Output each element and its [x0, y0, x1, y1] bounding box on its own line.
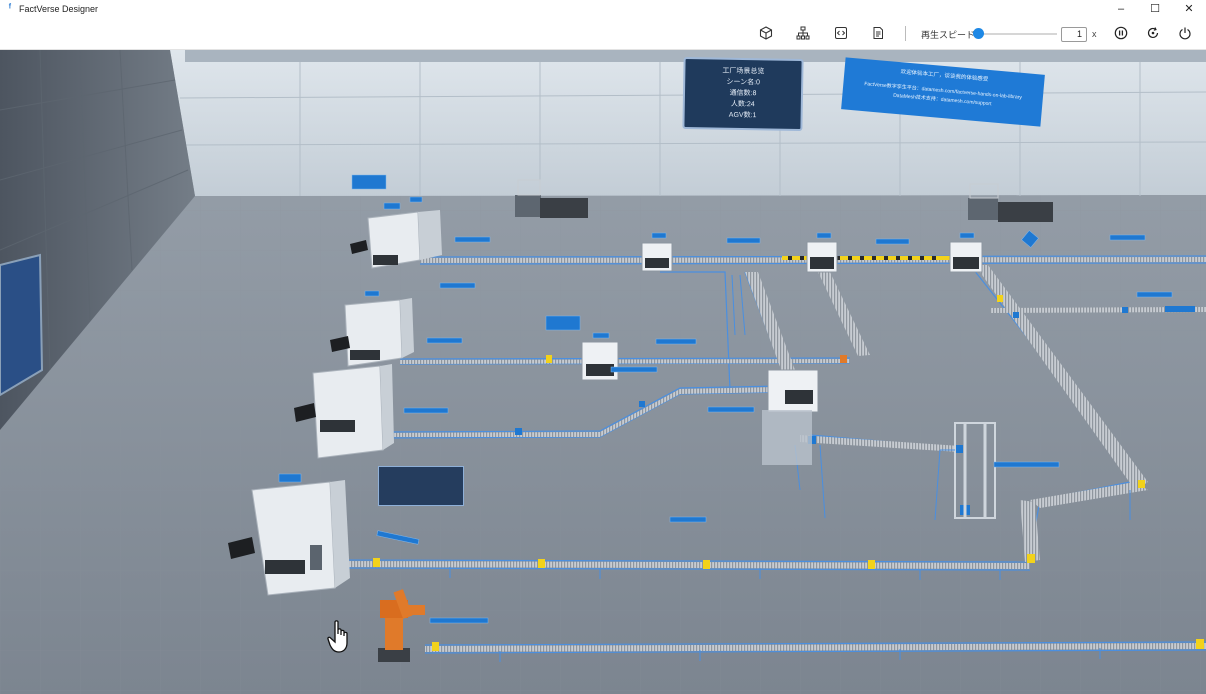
- hand-cursor-icon: [327, 620, 353, 654]
- slider-thumb[interactable]: [973, 28, 984, 39]
- minimize-button[interactable]: –: [1104, 0, 1138, 17]
- scene-summary-panel[interactable]: 工厂场景总览 シーン名:0 通信数:8 人数:24 AGV数:1: [682, 56, 804, 132]
- hierarchy-icon[interactable]: [795, 25, 811, 41]
- power-icon[interactable]: [1177, 25, 1193, 41]
- scene-viewport[interactable]: 工厂场景总览 シーン名:0 通信数:8 人数:24 AGV数:1 欢迎体验本工厂…: [0, 50, 1206, 694]
- maximize-button[interactable]: ☐: [1138, 0, 1172, 17]
- door: [0, 253, 44, 397]
- factory-scene: [0, 50, 1206, 694]
- window-title: FactVerse Designer: [19, 3, 99, 14]
- summary-line: AGV数:1: [728, 111, 757, 120]
- code-icon[interactable]: [833, 25, 849, 41]
- playback-speed-slider[interactable]: [973, 28, 1057, 40]
- playback-speed-input[interactable]: 1: [1061, 27, 1087, 42]
- reset-icon[interactable]: [1145, 25, 1161, 41]
- station-info-panel[interactable]: [378, 466, 464, 506]
- cube-icon[interactable]: [758, 25, 774, 41]
- window-titlebar: ᶠ FactVerse Designer – ☐ ✕: [0, 0, 1206, 17]
- playback-speed-unit: x: [1092, 29, 1097, 39]
- close-button[interactable]: ✕: [1172, 0, 1206, 17]
- toolbar: 再生スピード 1 x: [0, 17, 1206, 50]
- slider-track: [977, 33, 1057, 35]
- app-logo-icon: ᶠ: [8, 2, 12, 14]
- pause-icon[interactable]: [1113, 25, 1129, 41]
- window-controls: – ☐ ✕: [1104, 0, 1206, 17]
- document-icon[interactable]: [870, 25, 886, 41]
- toolbar-separator: [905, 26, 906, 41]
- playback-speed-label: 再生スピード: [921, 30, 976, 40]
